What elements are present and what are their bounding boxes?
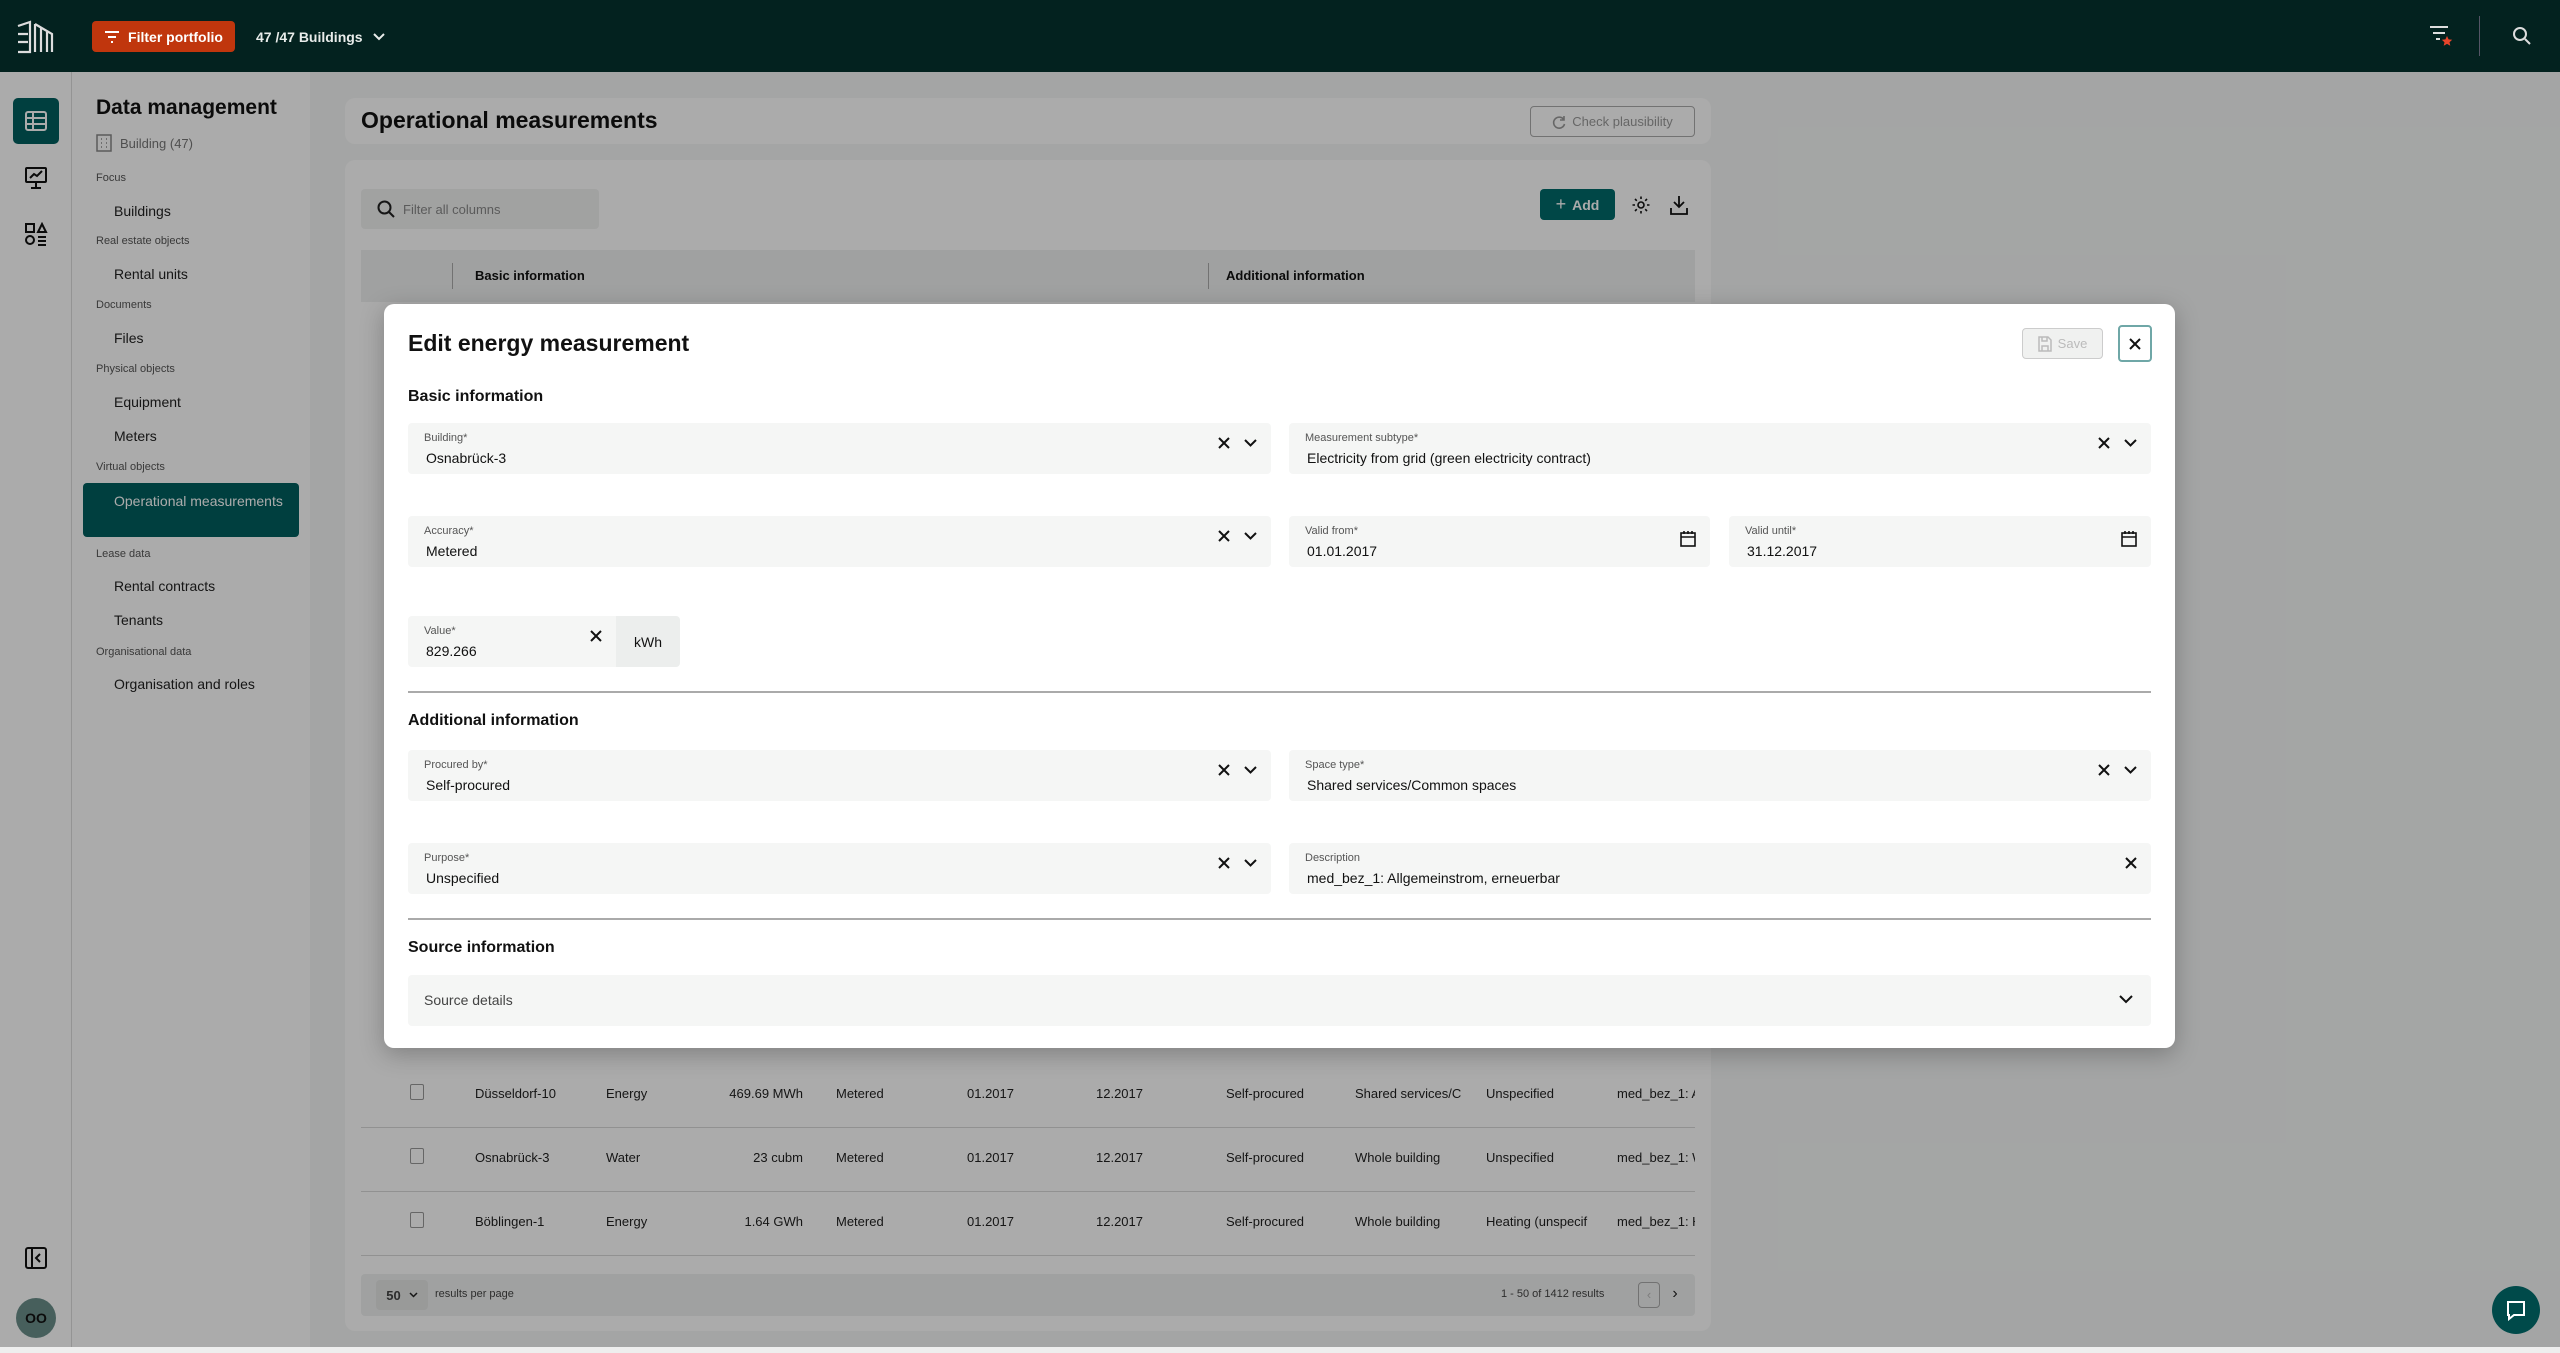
clear-icon[interactable] bbox=[1218, 530, 1230, 542]
bottom-strip bbox=[0, 1347, 2560, 1353]
subtype-field[interactable]: Measurement subtype* Electricity from gri… bbox=[1289, 423, 2151, 474]
source-details-accordion[interactable]: Source details bbox=[408, 975, 2151, 1026]
top-bar: Filter portfolio 47 /47 Buildings bbox=[0, 0, 2560, 72]
field-value: Metered bbox=[426, 543, 478, 559]
field-value: 31.12.2017 bbox=[1747, 543, 1818, 559]
field-value: Shared services/Common spaces bbox=[1307, 777, 1517, 793]
chevron-down-icon[interactable] bbox=[1244, 439, 1257, 447]
clear-icon[interactable] bbox=[2098, 764, 2110, 776]
building-field[interactable]: Building* Osnabrück-3 bbox=[408, 423, 1271, 474]
field-value: Electricity from grid (green electricity… bbox=[1307, 450, 1591, 466]
buildings-selector[interactable]: 47 /47 Buildings bbox=[256, 21, 385, 52]
edit-measurement-dialog: Edit energy measurement Save Basic infor… bbox=[384, 304, 2175, 1048]
filter-portfolio-label: Filter portfolio bbox=[128, 28, 223, 45]
clear-icon[interactable] bbox=[1218, 857, 1230, 869]
field-value: med_bez_1: Allgemeinstrom, erneuerbar bbox=[1307, 870, 1560, 886]
close-icon bbox=[2129, 337, 2141, 350]
save-label: Save bbox=[2057, 336, 2088, 351]
source-details-label: Source details bbox=[424, 992, 513, 1008]
chevron-down-icon[interactable] bbox=[1244, 859, 1257, 867]
field-label: Accuracy* bbox=[424, 525, 474, 537]
chat-button[interactable] bbox=[2492, 1286, 2540, 1334]
save-icon bbox=[2037, 335, 2052, 352]
field-value: Unspecified bbox=[426, 870, 500, 886]
field-label: Value* bbox=[424, 625, 456, 637]
field-value: Self-procured bbox=[426, 777, 511, 793]
value-field[interactable]: Value* 829.266 bbox=[408, 616, 616, 667]
search-icon[interactable] bbox=[2512, 26, 2532, 46]
divider bbox=[2479, 16, 2480, 56]
field-label: Measurement subtype* bbox=[1305, 432, 1419, 444]
section-source-information: Source information bbox=[408, 939, 555, 956]
purpose-field[interactable]: Purpose* Unspecified bbox=[408, 843, 1271, 894]
buildings-selector-label: 47 /47 Buildings bbox=[256, 28, 363, 45]
chevron-down-icon[interactable] bbox=[2124, 766, 2137, 774]
filter-portfolio-button[interactable]: Filter portfolio bbox=[92, 21, 235, 52]
field-label: Purpose* bbox=[424, 852, 470, 864]
section-additional-information: Additional information bbox=[408, 712, 579, 729]
space-type-field[interactable]: Space type* Shared services/Common spaces bbox=[1289, 750, 2151, 801]
dialog-title: Edit energy measurement bbox=[408, 330, 690, 356]
field-value: Osnabrück-3 bbox=[426, 450, 507, 466]
calendar-icon[interactable] bbox=[1680, 530, 1696, 547]
logo-icon[interactable] bbox=[16, 20, 54, 54]
clear-icon[interactable] bbox=[590, 630, 602, 642]
field-value: 829.266 bbox=[426, 643, 477, 659]
filter-icon bbox=[105, 30, 120, 43]
value-unit: kWh bbox=[616, 616, 680, 667]
field-value: 01.01.2017 bbox=[1307, 543, 1378, 559]
clear-icon[interactable] bbox=[1218, 437, 1230, 449]
field-label: Valid from* bbox=[1305, 525, 1358, 537]
section-divider bbox=[408, 918, 2151, 920]
calendar-icon[interactable] bbox=[2121, 530, 2137, 547]
clear-icon[interactable] bbox=[1218, 764, 1230, 776]
section-basic-information: Basic information bbox=[408, 388, 544, 405]
valid-until-field[interactable]: Valid until* 31.12.2017 bbox=[1729, 516, 2151, 567]
close-button[interactable] bbox=[2118, 325, 2152, 362]
procured-by-field[interactable]: Procured by* Self-procured bbox=[408, 750, 1271, 801]
section-divider bbox=[408, 691, 2151, 693]
field-label: Valid until* bbox=[1745, 525, 1797, 537]
chevron-down-icon[interactable] bbox=[2124, 439, 2137, 447]
save-button[interactable]: Save bbox=[2022, 328, 2103, 359]
field-label: Building* bbox=[424, 432, 468, 444]
chevron-down-icon[interactable] bbox=[1244, 766, 1257, 774]
chevron-down-icon[interactable] bbox=[1244, 532, 1257, 540]
field-label: Description bbox=[1305, 852, 1361, 864]
accuracy-field[interactable]: Accuracy* Metered bbox=[408, 516, 1271, 567]
chat-icon bbox=[2507, 1301, 2525, 1321]
field-label: Space type* bbox=[1305, 759, 1365, 771]
description-field[interactable]: Description med_bez_1: Allgemeinstrom, er… bbox=[1289, 843, 2151, 894]
filter-favorites-icon[interactable] bbox=[2428, 24, 2454, 48]
field-label: Procured by* bbox=[424, 759, 488, 771]
valid-from-field[interactable]: Valid from* 01.01.2017 bbox=[1289, 516, 1710, 567]
clear-icon[interactable] bbox=[2125, 857, 2137, 869]
clear-icon[interactable] bbox=[2098, 437, 2110, 449]
chevron-down-icon bbox=[372, 32, 385, 40]
chevron-down-icon bbox=[2119, 995, 2133, 1004]
